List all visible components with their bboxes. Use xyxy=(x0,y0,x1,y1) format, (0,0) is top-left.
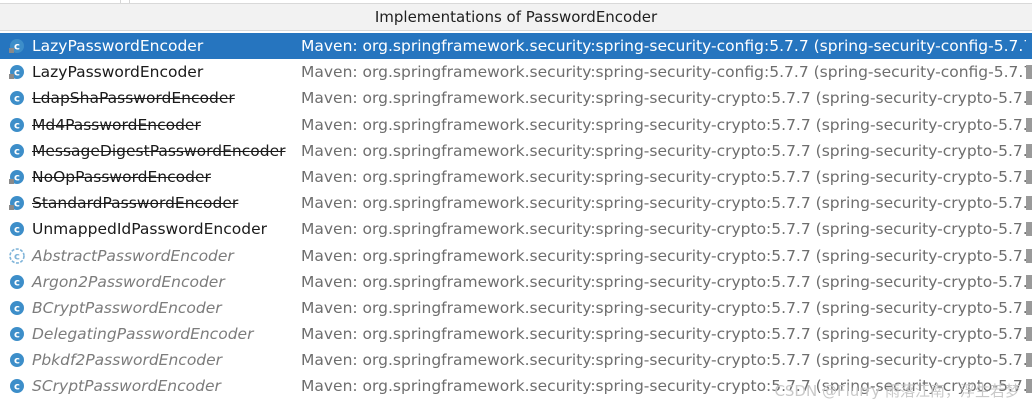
class-icon: c xyxy=(10,143,24,158)
list-item[interactable]: c LazyPasswordEncoder Maven: org.springfra… xyxy=(0,59,1032,85)
row-edge-marker xyxy=(1026,248,1032,263)
class-name: Md4PasswordEncoder xyxy=(32,115,201,134)
row-edge-marker xyxy=(1026,39,1032,53)
class-icon-with-lock: c xyxy=(9,39,24,53)
svg-text:c: c xyxy=(14,94,20,105)
library-location: Maven: org.springframework.security:spri… xyxy=(301,351,1032,370)
class-icon: c xyxy=(10,222,24,237)
class-icon-with-lock: c xyxy=(9,169,24,184)
svg-text:c: c xyxy=(14,146,20,157)
svg-text:c: c xyxy=(14,303,20,314)
class-icon: c xyxy=(10,327,24,342)
list-item[interactable]: c LazyPasswordEncoder Maven: org.springfra… xyxy=(0,33,1032,60)
class-name: StandardPasswordEncoder xyxy=(32,194,239,213)
popup-title: Implementations of PasswordEncoder xyxy=(0,3,1032,31)
row-edge-marker xyxy=(1026,196,1032,211)
class-name: UnmappedIdPasswordEncoder xyxy=(32,220,267,239)
svg-text:c: c xyxy=(14,251,20,262)
library-location: Maven: org.springframework.security:spri… xyxy=(301,141,1032,160)
top-strip xyxy=(0,0,1032,3)
lock-icon xyxy=(9,74,14,80)
row-edge-marker xyxy=(1026,353,1032,368)
row-edge-marker xyxy=(1026,274,1032,289)
class-icon-with-lock: c xyxy=(9,196,24,211)
class-icon: c xyxy=(10,300,24,315)
class-name: SCryptPasswordEncoder xyxy=(32,377,221,396)
class-name: LazyPasswordEncoder xyxy=(32,63,204,82)
row-edge-marker xyxy=(1026,300,1032,315)
row-edge-marker xyxy=(1026,117,1032,132)
implementations-list: c LazyPasswordEncoder Maven: org.springfra… xyxy=(0,31,1032,400)
row-edge-marker xyxy=(1026,143,1032,158)
row-edge-marker xyxy=(1026,169,1032,184)
list-item[interactable]: c Pbkdf2PasswordEncoder Maven: org.springf… xyxy=(0,347,1032,373)
class-icon: c xyxy=(10,117,24,132)
row-edge-marker xyxy=(1026,379,1032,394)
svg-text:c: c xyxy=(14,356,20,367)
library-location: Maven: org.springframework.security:spri… xyxy=(301,246,1032,265)
library-location: Maven: org.springframework.security:spri… xyxy=(301,272,1032,291)
lock-icon xyxy=(9,48,14,53)
class-icon: c xyxy=(10,274,24,289)
class-icon: c xyxy=(10,353,24,368)
svg-text:c: c xyxy=(14,225,20,236)
list-item[interactable]: c UnmappedIdPasswordEncoder Maven: org.spr… xyxy=(0,216,1032,242)
list-item[interactable]: c MessageDigestPasswordEncoder Maven: org.… xyxy=(0,138,1032,164)
row-edge-marker xyxy=(1026,91,1032,106)
class-name: MessageDigestPasswordEncoder xyxy=(32,141,286,160)
class-name: NoOpPasswordEncoder xyxy=(32,167,211,186)
svg-text:c: c xyxy=(14,172,20,183)
svg-text:c: c xyxy=(14,199,20,210)
list-item[interactable]: c SCryptPasswordEncoder Maven: org.springf… xyxy=(0,373,1032,399)
svg-text:c: c xyxy=(14,120,20,131)
library-location: Maven: org.springframework.security:spri… xyxy=(301,63,1032,82)
class-icon: c xyxy=(10,91,24,106)
list-item[interactable]: c LdapShaPasswordEncoder Maven: org.spring… xyxy=(0,85,1032,111)
list-item[interactable]: c NoOpPasswordEncoder Maven: org.springfra… xyxy=(0,164,1032,190)
library-location: Maven: org.springframework.security:spri… xyxy=(301,37,1032,55)
class-icon-with-lock: c xyxy=(9,65,24,80)
class-name: BCryptPasswordEncoder xyxy=(32,298,222,317)
library-location: Maven: org.springframework.security:spri… xyxy=(301,220,1032,239)
library-location: Maven: org.springframework.security:spri… xyxy=(301,325,1032,344)
svg-text:c: c xyxy=(14,68,20,79)
list-item[interactable]: c Md4PasswordEncoder Maven: org.springfram… xyxy=(0,112,1032,138)
class-icon: c xyxy=(10,379,24,394)
list-item[interactable]: c BCryptPasswordEncoder Maven: org.springf… xyxy=(0,295,1032,321)
class-name: LazyPasswordEncoder xyxy=(32,37,204,55)
svg-text:c: c xyxy=(14,42,20,53)
row-edge-marker xyxy=(1026,327,1032,342)
svg-text:c: c xyxy=(14,382,20,393)
library-location: Maven: org.springframework.security:spri… xyxy=(301,167,1032,186)
class-name: DelegatingPasswordEncoder xyxy=(32,325,254,344)
lock-icon xyxy=(9,178,14,184)
class-name: Pbkdf2PasswordEncoder xyxy=(32,351,223,370)
class-name: LdapShaPasswordEncoder xyxy=(32,89,235,108)
list-item[interactable]: c AbstractPasswordEncoder Maven: org.sprin… xyxy=(0,243,1032,269)
class-name: Argon2PasswordEncoder xyxy=(32,272,225,291)
library-location: Maven: org.springframework.security:spri… xyxy=(301,115,1032,134)
svg-text:c: c xyxy=(14,277,20,288)
list-item[interactable]: c DelegatingPasswordEncoder Maven: org.spr… xyxy=(0,321,1032,347)
list-item[interactable]: c StandardPasswordEncoder Maven: org.sprin… xyxy=(0,190,1032,216)
svg-text:c: c xyxy=(14,330,20,341)
library-location: Maven: org.springframework.security:spri… xyxy=(301,194,1032,213)
row-edge-marker xyxy=(1026,65,1032,80)
implementations-popup: Implementations of PasswordEncoder c Lazy… xyxy=(0,0,1032,406)
class-name: AbstractPasswordEncoder xyxy=(32,246,234,265)
library-location: Maven: org.springframework.security:spri… xyxy=(301,298,1032,317)
row-edge-marker xyxy=(1026,222,1032,237)
list-item[interactable]: c Argon2PasswordEncoder Maven: org.springf… xyxy=(0,269,1032,295)
library-location: Maven: org.springframework.security:spri… xyxy=(301,89,1032,108)
library-location: Maven: org.springframework.security:spri… xyxy=(301,377,1032,396)
lock-icon xyxy=(9,205,14,211)
abstract-class-icon: c xyxy=(9,247,25,264)
